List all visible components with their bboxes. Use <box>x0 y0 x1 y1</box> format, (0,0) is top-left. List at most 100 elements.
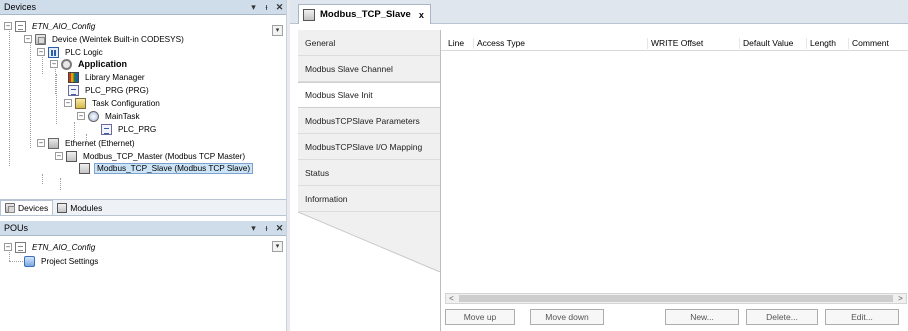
devices-panel-title: Devices <box>4 2 37 12</box>
scroll-right-icon[interactable]: > <box>895 294 906 303</box>
project-settings-icon <box>24 255 35 267</box>
tree-node-ethernet[interactable]: − Ethernet (Ethernet) <box>37 137 137 149</box>
tree-node-label: ETN_AIO_Config <box>32 242 96 252</box>
close-icon[interactable]: ✕ <box>273 223 286 234</box>
editor-side-nav: General Modbus Slave Channel Modbus Slav… <box>298 30 440 212</box>
column-header-line[interactable]: Line <box>445 38 464 49</box>
new-button[interactable]: New... <box>665 309 739 325</box>
collapse-icon[interactable]: − <box>37 139 45 147</box>
pin-icon[interactable]: ᵻ <box>260 2 273 12</box>
tree-node-label: Application <box>78 59 127 69</box>
modbus-slave-icon <box>303 8 315 21</box>
tree-node-project-settings[interactable]: Project Settings <box>24 255 100 267</box>
tree-node-plc-prg[interactable]: PLC_PRG (PRG) <box>68 84 151 96</box>
tab-modbus-tcp-slave[interactable]: Modbus_TCP_Slave x <box>298 4 431 24</box>
nav-modbus-slave-channel[interactable]: Modbus Slave Channel <box>298 56 440 82</box>
tree-node-label: Library Manager <box>85 72 145 82</box>
tab-devices[interactable]: Devices <box>0 200 54 215</box>
tree-node-label: MainTask <box>105 111 140 121</box>
tree-node-project[interactable]: − ETN_AIO_Config <box>4 20 97 32</box>
tree-node-label: Modbus_TCP_Slave (Modbus TCP Slave) <box>94 162 254 174</box>
nav-information[interactable]: Information <box>298 186 440 212</box>
tree-node-project[interactable]: − ETN_AIO_Config <box>4 241 97 253</box>
device-icon <box>35 33 46 45</box>
nav-background-fill <box>298 212 441 272</box>
library-manager-icon <box>68 71 79 83</box>
scroll-left-icon[interactable]: < <box>446 294 457 303</box>
tab-modules[interactable]: Modules <box>53 200 106 215</box>
ethernet-icon <box>48 137 59 149</box>
tree-node-task-configuration[interactable]: − Task Configuration <box>64 97 162 109</box>
collapse-icon[interactable]: − <box>4 243 12 251</box>
collapse-icon[interactable]: − <box>37 48 45 56</box>
nav-modbustcpslave-parameters[interactable]: ModbusTCPSlave Parameters <box>298 108 440 134</box>
tree-node-application[interactable]: − Application <box>50 58 129 70</box>
collapse-icon[interactable]: − <box>64 99 72 107</box>
device-editor: General Modbus Slave Channel Modbus Slav… <box>290 24 908 331</box>
move-up-button[interactable]: Move up <box>445 309 515 325</box>
task-program-call-icon <box>101 123 112 135</box>
tree-node-modbus-master[interactable]: − Modbus_TCP_Master (Modbus TCP Master) <box>55 150 247 162</box>
pous-panel-header: POUs ▾ ᵻ ✕ <box>0 221 286 236</box>
tab-title: Modbus_TCP_Slave <box>320 9 411 20</box>
tree-dropdown-icon[interactable]: ▾ <box>272 241 283 252</box>
tree-node-plc-logic[interactable]: − PLC Logic <box>37 46 105 58</box>
scrollbar-thumb[interactable] <box>459 295 893 302</box>
tree-node-modbus-slave[interactable]: Modbus_TCP_Slave (Modbus TCP Slave) <box>79 162 254 174</box>
tree-node-task-plc-prg[interactable]: PLC_PRG <box>101 123 158 135</box>
nav-general[interactable]: General <box>298 30 440 56</box>
collapse-icon[interactable]: − <box>50 60 58 68</box>
editor-tab-bar: Modbus_TCP_Slave x <box>290 0 908 24</box>
modbus-slave-icon <box>79 162 90 174</box>
collapse-icon[interactable]: − <box>55 152 63 160</box>
column-header-length[interactable]: Length <box>806 38 836 49</box>
pous-panel-title: POUs <box>4 223 29 233</box>
init-table-area: Line Access Type WRITE Offset Default Va… <box>440 30 908 331</box>
main-task-icon <box>88 110 99 122</box>
project-icon <box>15 241 26 253</box>
devices-panel-header: Devices ▾ ᵻ ✕ <box>0 0 286 15</box>
edit-button[interactable]: Edit... <box>825 309 899 325</box>
nav-modbus-slave-init[interactable]: Modbus Slave Init <box>298 82 440 108</box>
panel-menu-dropdown-icon[interactable]: ▾ <box>247 2 260 13</box>
application-gear-icon <box>61 58 72 70</box>
panel-tab-strip: Devices Modules <box>0 199 286 216</box>
plc-logic-icon <box>48 46 59 58</box>
tree-node-label: Task Configuration <box>92 98 160 108</box>
nav-modbustcpslave-io-mapping[interactable]: ModbusTCPSlave I/O Mapping <box>298 134 440 160</box>
close-icon[interactable]: ✕ <box>273 2 286 13</box>
collapse-icon[interactable]: − <box>4 22 12 30</box>
panel-menu-dropdown-icon[interactable]: ▾ <box>247 223 260 234</box>
devices-tab-icon <box>5 203 15 213</box>
modules-tab-icon <box>57 202 68 213</box>
tree-node-label: Modbus_TCP_Master (Modbus TCP Master) <box>83 151 246 161</box>
close-icon[interactable]: x <box>419 10 424 20</box>
nav-status[interactable]: Status <box>298 160 440 186</box>
column-header-write-offset[interactable]: WRITE Offset <box>647 38 703 49</box>
tree-node-label: PLC Logic <box>65 47 103 57</box>
tree-node-label: Ethernet (Ethernet) <box>65 138 135 148</box>
tab-label: Devices <box>18 203 49 213</box>
tree-node-label: Project Settings <box>41 256 99 266</box>
task-configuration-icon <box>75 97 86 109</box>
tree-node-label: Device (Weintek Built-in CODESYS) <box>52 34 184 44</box>
horizontal-scrollbar[interactable]: < > <box>445 293 907 304</box>
column-header-access-type[interactable]: Access Type <box>473 38 525 49</box>
move-down-button[interactable]: Move down <box>530 309 604 325</box>
tree-node-label: PLC_PRG <box>118 124 157 134</box>
collapse-icon[interactable]: − <box>77 112 85 120</box>
tree-node-label: PLC_PRG (PRG) <box>85 85 149 95</box>
tree-node-device[interactable]: − Device (Weintek Built-in CODESYS) <box>24 33 186 45</box>
tree-dropdown-icon[interactable]: ▾ <box>272 25 283 36</box>
device-tree: − ETN_AIO_Config − Device (Weintek Built… <box>0 16 286 199</box>
collapse-icon[interactable]: − <box>24 35 32 43</box>
tree-node-label: ETN_AIO_Config <box>32 21 96 31</box>
delete-button[interactable]: Delete... <box>746 309 818 325</box>
column-header-default-value[interactable]: Default Value <box>739 38 793 49</box>
column-header-comment[interactable]: Comment <box>848 38 889 49</box>
project-icon <box>15 20 26 32</box>
tree-node-main-task[interactable]: − MainTask <box>77 110 142 122</box>
pin-icon[interactable]: ᵻ <box>260 223 273 233</box>
tree-node-library-manager[interactable]: Library Manager <box>68 71 147 83</box>
table-header: Line Access Type WRITE Offset Default Va… <box>441 36 908 51</box>
